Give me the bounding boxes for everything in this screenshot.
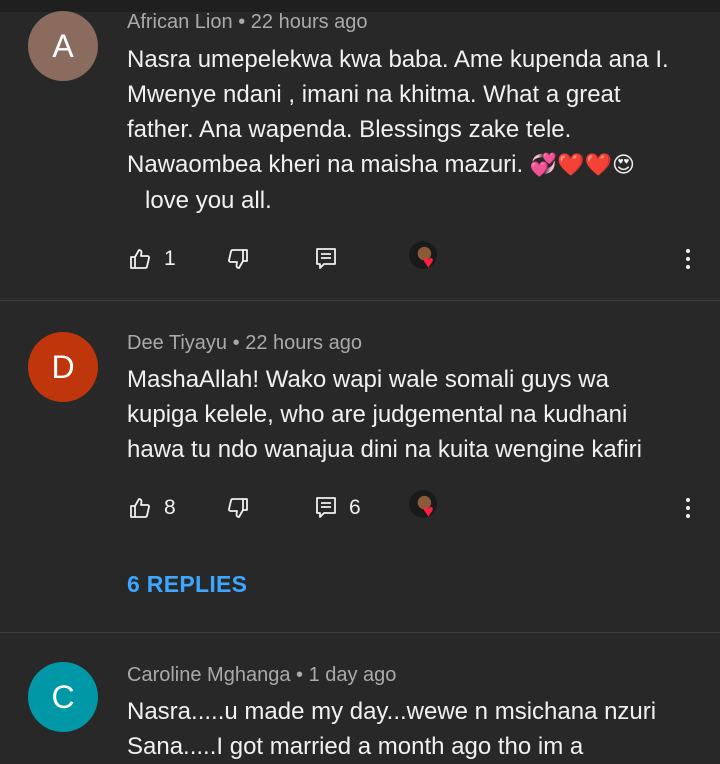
comment-line: love you all. [145, 187, 272, 214]
thumbs-up-icon [130, 498, 150, 518]
thumbs-up-icon [130, 249, 150, 269]
comment-line: Sana.....I got married a month ago tho i… [127, 733, 584, 760]
meta-separator: • [238, 11, 246, 33]
creator-heart-badge: ♥ [409, 490, 445, 526]
avatar-initial: D [51, 348, 75, 385]
reply-count: 6 [349, 496, 361, 519]
author-name[interactable]: Dee Tiyayu [127, 332, 227, 354]
emoji-group: 💞❤️❤️😍 [529, 153, 635, 178]
comment-line: Mwenye ndani , imani na khitma. What a g… [127, 81, 621, 108]
comment-actions: 1 ♥ [0, 241, 720, 277]
comment-line: father. Ana wapenda. Blessings zake tele… [127, 116, 572, 143]
comment-actions: 8 6 ♥ [0, 490, 720, 526]
comment-time[interactable]: 1 day ago [309, 664, 397, 686]
avatar[interactable]: D [28, 332, 98, 402]
avatar-initial: A [52, 27, 74, 64]
avatar-initial: C [51, 678, 75, 715]
thumbs-down-icon [228, 249, 248, 269]
author-name[interactable]: African Lion [127, 11, 233, 33]
comment-line: Nasra umepelekwa kwa baba. Ame kupenda a… [127, 46, 669, 73]
like-count: 1 [164, 247, 176, 270]
more-vert-icon[interactable] [676, 490, 700, 526]
author-name[interactable]: Caroline Mghanga [127, 664, 290, 686]
reply-icon [316, 248, 336, 269]
like-button[interactable]: 1 [128, 241, 176, 277]
comment-meta: Caroline Mghanga • 1 day ago [127, 664, 396, 687]
comment-line: MashaAllah! Wako wapi wale somali guys w… [127, 366, 609, 393]
comment-text: Nasra umepelekwa kwa baba. Ame kupenda a… [127, 42, 697, 218]
dislike-button[interactable] [226, 490, 250, 526]
divider [0, 632, 720, 633]
reply-button[interactable]: 6 [315, 490, 361, 526]
reply-icon [316, 497, 336, 518]
creator-heart-badge: ♥ [409, 241, 445, 277]
comment-line: hawa tu ndo wanajua dini na kuita wengin… [127, 436, 643, 463]
comment-time[interactable]: 22 hours ago [245, 332, 362, 354]
like-button[interactable]: 8 [128, 490, 176, 526]
comment-meta: Dee Tiyayu • 22 hours ago [127, 332, 362, 355]
comment-text: MashaAllah! Wako wapi wale somali guys w… [127, 362, 697, 467]
thumbs-down-icon [228, 498, 248, 518]
like-count: 8 [164, 496, 176, 519]
comment-line: kupiga kelele, who are judgemental na ku… [127, 401, 628, 428]
meta-separator: • [232, 332, 240, 354]
avatar[interactable]: A [28, 11, 98, 81]
meta-separator: • [296, 664, 304, 686]
comment-text: Nasra.....u made my day...wewe n msichan… [127, 694, 697, 764]
dislike-button[interactable] [226, 241, 250, 277]
creator-heart-icon: ♥ [423, 252, 434, 272]
comment-time[interactable]: 22 hours ago [251, 11, 368, 33]
reply-button[interactable] [315, 241, 337, 277]
more-vert-icon[interactable] [676, 241, 700, 277]
avatar[interactable]: C [28, 662, 98, 732]
comment-line: Nasra.....u made my day...wewe n msichan… [127, 698, 657, 725]
creator-heart-icon: ♥ [423, 501, 434, 521]
view-replies-link[interactable]: 6 REPLIES [127, 571, 247, 598]
comment-meta: African Lion • 22 hours ago [127, 11, 368, 34]
comment-line: Nawaombea kheri na maisha mazuri. [127, 151, 524, 178]
divider [0, 300, 720, 301]
